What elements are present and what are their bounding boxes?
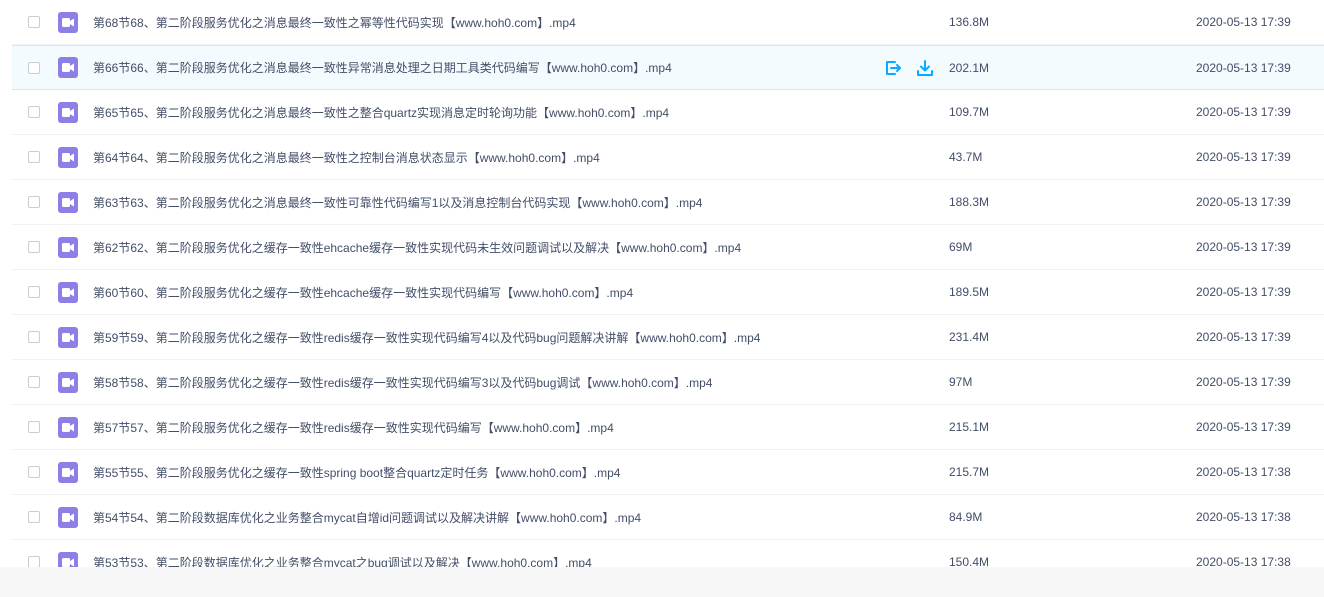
file-date: 2020-05-13 17:39 xyxy=(1196,330,1291,344)
video-file-icon xyxy=(58,506,78,528)
list-item[interactable]: 第57节57、第二阶段服务优化之缓存一致性redis缓存一致性实现代码编写【ww… xyxy=(12,405,1324,450)
list-item[interactable]: 第54节54、第二阶段数据库优化之业务整合mycat自增id问题调试以及解决讲解… xyxy=(12,495,1324,540)
file-size: 84.9M xyxy=(949,510,983,524)
video-file-icon xyxy=(58,11,78,33)
file-size: 69M xyxy=(949,240,973,254)
row-checkbox[interactable] xyxy=(28,151,40,163)
list-item[interactable]: 第65节65、第二阶段服务优化之消息最终一致性之整合quartz实现消息定时轮询… xyxy=(12,90,1324,135)
file-name[interactable]: 第59节59、第二阶段服务优化之缓存一致性redis缓存一致性实现代码编写4以及… xyxy=(93,329,760,346)
file-name[interactable]: 第58节58、第二阶段服务优化之缓存一致性redis缓存一致性实现代码编写3以及… xyxy=(93,374,712,391)
row-checkbox[interactable] xyxy=(28,556,40,567)
video-file-icon xyxy=(58,101,78,123)
file-name[interactable]: 第53节53、第二阶段数据库优化之业务整合mycat之bug调试以及解决【www… xyxy=(93,554,592,568)
list-item[interactable]: 第66节66、第二阶段服务优化之消息最终一致性异常消息处理之日期工具类代码编写【… xyxy=(12,45,1324,90)
row-checkbox[interactable] xyxy=(28,466,40,478)
file-name[interactable]: 第68节68、第二阶段服务优化之消息最终一致性之幂等性代码实现【www.hoh0… xyxy=(93,14,576,31)
file-name[interactable]: 第62节62、第二阶段服务优化之缓存一致性ehcache缓存一致性实现代码未生效… xyxy=(93,239,741,256)
file-size: 189.5M xyxy=(949,285,990,299)
list-item[interactable]: 第60节60、第二阶段服务优化之缓存一致性ehcache缓存一致性实现代码编写【… xyxy=(12,270,1324,315)
file-name[interactable]: 第63节63、第二阶段服务优化之消息最终一致性可靠性代码编写1以及消息控制台代码… xyxy=(93,194,702,211)
video-file-icon xyxy=(58,281,78,303)
video-file-icon xyxy=(58,191,78,213)
file-size: 188.3M xyxy=(949,195,990,209)
file-list: 第68节68、第二阶段服务优化之消息最终一致性之幂等性代码实现【www.hoh0… xyxy=(0,0,1324,567)
list-item[interactable]: 第64节64、第二阶段服务优化之消息最终一致性之控制台消息状态显示【www.ho… xyxy=(12,135,1324,180)
list-item[interactable]: 第68节68、第二阶段服务优化之消息最终一致性之幂等性代码实现【www.hoh0… xyxy=(12,0,1324,45)
row-checkbox[interactable] xyxy=(28,16,40,28)
list-item[interactable]: 第55节55、第二阶段服务优化之缓存一致性spring boot整合quartz… xyxy=(12,450,1324,495)
file-date: 2020-05-13 17:39 xyxy=(1196,420,1291,434)
list-item[interactable]: 第59节59、第二阶段服务优化之缓存一致性redis缓存一致性实现代码编写4以及… xyxy=(12,315,1324,360)
video-file-icon xyxy=(58,461,78,483)
download-icon[interactable] xyxy=(916,59,934,77)
video-file-icon xyxy=(58,57,78,78)
file-name[interactable]: 第54节54、第二阶段数据库优化之业务整合mycat自增id问题调试以及解决讲解… xyxy=(93,509,641,526)
list-item[interactable]: 第58节58、第二阶段服务优化之缓存一致性redis缓存一致性实现代码编写3以及… xyxy=(12,360,1324,405)
file-name[interactable]: 第55节55、第二阶段服务优化之缓存一致性spring boot整合quartz… xyxy=(93,464,620,481)
file-name[interactable]: 第64节64、第二阶段服务优化之消息最终一致性之控制台消息状态显示【www.ho… xyxy=(93,149,600,166)
file-date: 2020-05-13 17:39 xyxy=(1196,105,1291,119)
row-checkbox[interactable] xyxy=(28,61,40,74)
file-date: 2020-05-13 17:38 xyxy=(1196,555,1291,567)
file-size: 97M xyxy=(949,375,973,389)
video-file-icon xyxy=(58,416,78,438)
file-date: 2020-05-13 17:39 xyxy=(1196,375,1291,389)
file-size: 202.1M xyxy=(949,60,990,75)
file-size: 43.7M xyxy=(949,150,983,164)
file-date: 2020-05-13 17:39 xyxy=(1196,240,1291,254)
list-item[interactable]: 第63节63、第二阶段服务优化之消息最终一致性可靠性代码编写1以及消息控制台代码… xyxy=(12,180,1324,225)
file-name[interactable]: 第66节66、第二阶段服务优化之消息最终一致性异常消息处理之日期工具类代码编写【… xyxy=(93,59,672,76)
file-list-viewport: 第68节68、第二阶段服务优化之消息最终一致性之幂等性代码实现【www.hoh0… xyxy=(0,0,1324,567)
video-file-icon xyxy=(58,326,78,348)
video-file-icon xyxy=(58,236,78,258)
file-date: 2020-05-13 17:39 xyxy=(1196,15,1291,29)
video-file-icon xyxy=(58,146,78,168)
row-checkbox[interactable] xyxy=(28,286,40,298)
file-size: 215.7M xyxy=(949,465,990,479)
file-size: 150.4M xyxy=(949,555,990,567)
file-name[interactable]: 第65节65、第二阶段服务优化之消息最终一致性之整合quartz实现消息定时轮询… xyxy=(93,104,669,121)
file-name[interactable]: 第57节57、第二阶段服务优化之缓存一致性redis缓存一致性实现代码编写【ww… xyxy=(93,419,614,436)
file-size: 136.8M xyxy=(949,15,990,29)
row-checkbox[interactable] xyxy=(28,421,40,433)
list-item[interactable]: 第53节53、第二阶段数据库优化之业务整合mycat之bug调试以及解决【www… xyxy=(12,540,1324,567)
row-checkbox[interactable] xyxy=(28,196,40,208)
file-date: 2020-05-13 17:39 xyxy=(1196,195,1291,209)
file-size: 215.1M xyxy=(949,420,990,434)
row-checkbox[interactable] xyxy=(28,331,40,343)
row-checkbox[interactable] xyxy=(28,241,40,253)
share-icon[interactable] xyxy=(884,59,902,77)
file-size: 109.7M xyxy=(949,105,990,119)
file-size: 231.4M xyxy=(949,330,990,344)
file-name[interactable]: 第60节60、第二阶段服务优化之缓存一致性ehcache缓存一致性实现代码编写【… xyxy=(93,284,633,301)
video-file-icon xyxy=(58,371,78,393)
row-actions xyxy=(884,59,934,77)
video-file-icon xyxy=(58,551,78,567)
file-date: 2020-05-13 17:39 xyxy=(1196,285,1291,299)
row-checkbox[interactable] xyxy=(28,376,40,388)
file-date: 2020-05-13 17:38 xyxy=(1196,510,1291,524)
list-item[interactable]: 第62节62、第二阶段服务优化之缓存一致性ehcache缓存一致性实现代码未生效… xyxy=(12,225,1324,270)
file-date: 2020-05-13 17:39 xyxy=(1196,60,1291,75)
file-date: 2020-05-13 17:39 xyxy=(1196,150,1291,164)
row-checkbox[interactable] xyxy=(28,511,40,523)
file-date: 2020-05-13 17:38 xyxy=(1196,465,1291,479)
row-checkbox[interactable] xyxy=(28,106,40,118)
